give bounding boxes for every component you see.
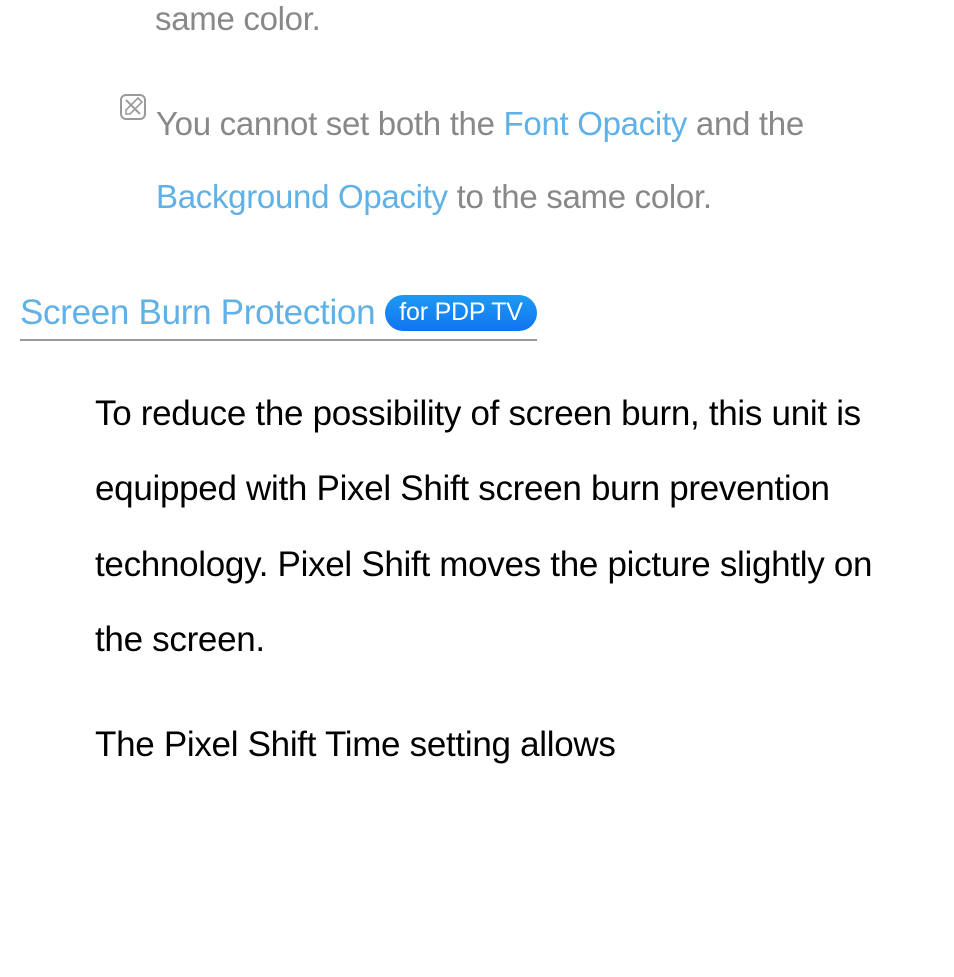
note-icon bbox=[120, 94, 146, 120]
font-opacity-link[interactable]: Font Opacity bbox=[504, 105, 687, 142]
note-row: You cannot set both the Font Opacity and… bbox=[120, 88, 934, 233]
note-text: You cannot set both the Font Opacity and… bbox=[156, 88, 934, 233]
section-heading: Screen Burn Protection for PDP TV bbox=[20, 293, 537, 341]
background-opacity-link[interactable]: Background Opacity bbox=[156, 178, 448, 215]
body-paragraph-1: To reduce the possibility of screen burn… bbox=[95, 376, 924, 677]
note-post: to the same color. bbox=[448, 178, 712, 215]
body-paragraph-2: The Pixel Shift Time setting allows bbox=[95, 707, 924, 782]
section-title[interactable]: Screen Burn Protection bbox=[20, 293, 375, 333]
note-mid: and the bbox=[687, 105, 804, 142]
note-block: same color. You cannot set both the Font… bbox=[120, 0, 934, 233]
note-pre: You cannot set both the bbox=[156, 105, 504, 142]
body-block: To reduce the possibility of screen burn… bbox=[95, 376, 924, 782]
fragment-text: same color. bbox=[155, 0, 934, 38]
pdp-tv-badge: for PDP TV bbox=[385, 295, 537, 331]
